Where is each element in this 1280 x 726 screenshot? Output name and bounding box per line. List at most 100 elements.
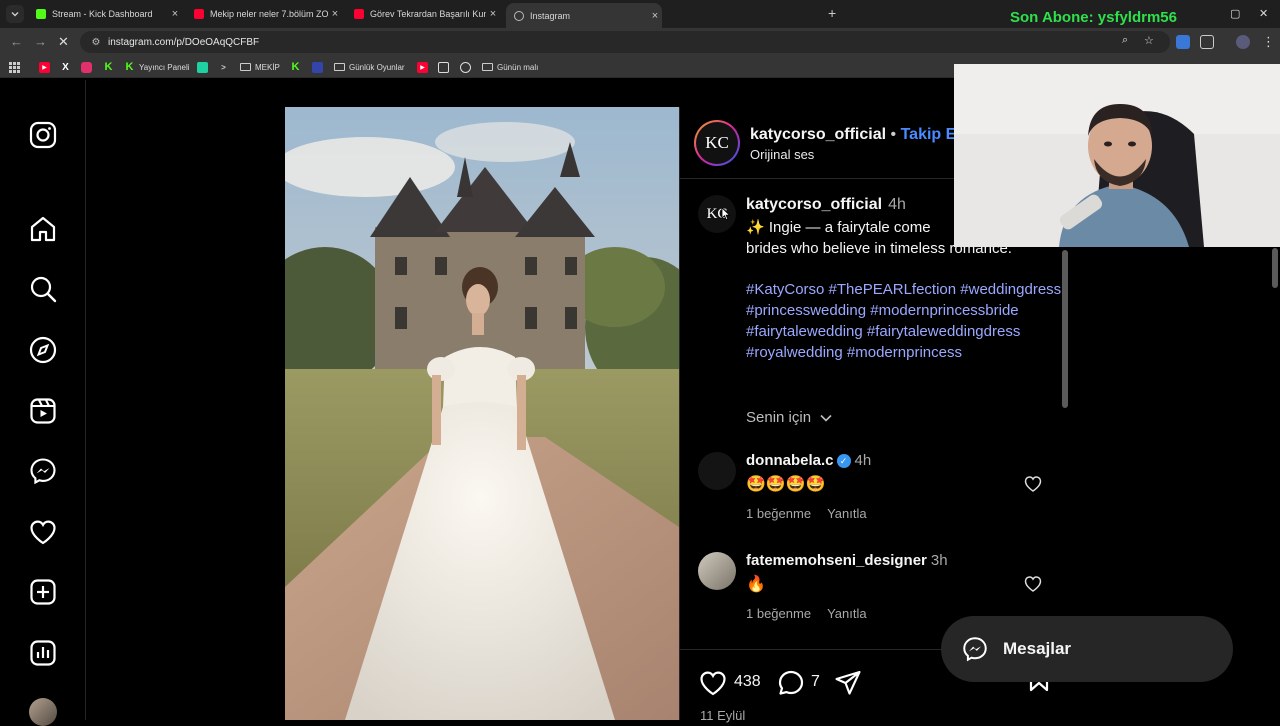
hashtags[interactable]: #KatyCorso #ThePEARLfection #weddingdres… <box>746 279 1066 363</box>
comment-likes[interactable]: 1 beğenme <box>746 606 811 621</box>
comment-likes[interactable]: 1 beğenme <box>746 506 811 521</box>
bookmark-instagram[interactable] <box>81 60 96 74</box>
comment-like-icon[interactable] <box>1023 574 1043 594</box>
extension-icon[interactable] <box>1176 35 1190 49</box>
dashboard-icon[interactable] <box>28 638 58 668</box>
tab-title: Stream - Kick Dashboard <box>52 9 153 19</box>
tab-title: Mekip neler neler 7.bölüm ZOR <box>210 9 328 19</box>
close-window-icon[interactable]: ✕ <box>1259 7 1268 20</box>
back-icon[interactable]: ← <box>10 34 23 49</box>
commenter-avatar[interactable] <box>698 552 736 590</box>
bookmark-star-icon[interactable]: ☆ <box>1144 34 1154 47</box>
create-icon[interactable] <box>28 577 58 607</box>
subscriber-overlay-text: Son Abone: ysfyldrm56 <box>1010 9 1177 26</box>
messenger-icon <box>963 637 987 662</box>
youtube-icon <box>194 9 204 19</box>
bookmark-folder-gunluk-oyunlar[interactable]: Günlük Oyunlar <box>334 60 405 74</box>
bookmark-label: MEKİP <box>255 62 280 72</box>
extensions-puzzle-icon[interactable] <box>1200 35 1214 49</box>
bookmark-kick-2[interactable]: K <box>290 60 305 74</box>
kick-icon: K <box>125 61 134 73</box>
close-icon[interactable]: × <box>168 8 182 20</box>
share-icon[interactable] <box>833 668 863 698</box>
webcam-overlay <box>954 64 1280 247</box>
comment-icon[interactable] <box>776 668 806 698</box>
for-you-dropdown[interactable]: Senin için <box>746 409 833 426</box>
comments-scrollbar[interactable] <box>1062 250 1068 408</box>
bookmark-x[interactable]: X <box>60 60 75 74</box>
site-info-icon[interactable]: ⚙ <box>86 37 106 48</box>
follow-button[interactable]: Takip Et <box>901 126 962 143</box>
bookmark-youtube[interactable]: ▶ <box>39 60 54 74</box>
folder-icon <box>334 63 345 71</box>
profile-avatar[interactable] <box>29 698 57 726</box>
caption-username[interactable]: katycorso_official <box>746 196 882 213</box>
author-username[interactable]: katycorso_official <box>750 126 886 143</box>
comment-meta: 1 beğenme Yanıtla <box>746 506 883 521</box>
page-scrollbar[interactable] <box>1272 248 1278 288</box>
close-icon[interactable]: × <box>486 8 500 20</box>
home-icon[interactable] <box>28 214 58 244</box>
messenger-icon[interactable] <box>28 456 58 486</box>
like-heart-icon[interactable] <box>698 668 728 698</box>
avatar-logo-text: KC <box>705 133 729 152</box>
reply-button[interactable]: Yanıtla <box>827 506 867 521</box>
bookmark-arrow[interactable]: > <box>218 60 233 74</box>
arrow-icon: > <box>221 62 226 72</box>
messages-button[interactable]: Mesajlar <box>941 616 1233 682</box>
tab-youtube-2[interactable]: Görev Tekrardan Başarılı Kumta × <box>346 3 500 25</box>
restore-icon[interactable]: ▢ <box>1230 7 1240 20</box>
bookmark-app[interactable] <box>197 60 212 74</box>
comment-meta: 1 beğenme Yanıtla <box>746 606 883 621</box>
commenter-avatar[interactable] <box>698 452 736 490</box>
youtube-icon <box>354 9 364 19</box>
bookmark-folder-gunun-mali[interactable]: Günün malı <box>482 60 538 74</box>
kick-icon: K <box>104 61 113 73</box>
explore-icon[interactable] <box>28 335 58 365</box>
reels-icon[interactable] <box>28 396 58 426</box>
search-icon[interactable] <box>28 274 58 304</box>
bookmark-folder-mekip[interactable]: MEKİP <box>240 60 280 74</box>
kebab-menu-icon[interactable]: ⋮ <box>1262 34 1275 50</box>
close-icon[interactable]: × <box>648 10 662 22</box>
author-line: katycorso_official • Takip Et <box>750 126 962 144</box>
stop-loading-icon[interactable]: ✕ <box>58 34 69 50</box>
bookmark-youtube-2[interactable]: ▶ <box>417 60 432 74</box>
url-text: instagram.com/p/DOeOAqQCFBF <box>108 36 260 48</box>
bookmark-globe[interactable] <box>460 60 475 74</box>
comment-username[interactable]: fatememohseni_designer <box>746 552 927 569</box>
tab-kick-dashboard[interactable]: Stream - Kick Dashboard × <box>28 3 182 25</box>
apps-grid-icon[interactable] <box>9 60 20 74</box>
bookmark-yayinci-paneli[interactable]: K Yayıncı Paneli <box>124 60 190 74</box>
caption-author: katycorso_official 4h <box>746 196 906 214</box>
forward-icon[interactable]: → <box>34 34 47 49</box>
verified-badge-icon: ✓ <box>836 454 851 468</box>
bookmark-label: Günlük Oyunlar <box>349 62 405 72</box>
instagram-logo-icon[interactable] <box>28 120 58 150</box>
comments-count[interactable]: 7 <box>811 673 820 691</box>
address-bar[interactable]: ⚙ instagram.com/p/DOeOAqQCFBF ⌕ ☆ <box>80 31 1170 53</box>
tab-instagram[interactable]: Instagram × <box>506 3 662 28</box>
zoom-icon[interactable]: ⌕ <box>1122 34 1128 47</box>
tab-search-button[interactable] <box>6 5 24 23</box>
bookmark-photo[interactable] <box>438 60 453 74</box>
browser-toolbar: ← → ✕ ⚙ instagram.com/p/DOeOAqQCFBF ⌕ ☆ … <box>0 28 1280 56</box>
folder-icon <box>482 63 493 71</box>
reply-button[interactable]: Yanıtla <box>827 606 867 621</box>
bookmark-app-2[interactable] <box>312 60 327 74</box>
globe-icon <box>514 10 524 21</box>
bookmark-kick[interactable]: K <box>103 60 118 74</box>
tab-youtube-1[interactable]: Mekip neler neler 7.bölüm ZOR × <box>186 3 342 25</box>
comment-username[interactable]: donnabela.c <box>746 452 834 469</box>
close-icon[interactable]: × <box>328 8 342 20</box>
profile-avatar[interactable] <box>1236 35 1250 49</box>
comment-author: fatememohseni_designer 3h <box>746 552 948 569</box>
youtube-icon: ▶ <box>417 61 428 73</box>
post-image[interactable] <box>285 107 679 720</box>
author-avatar[interactable]: KC <box>694 120 740 166</box>
new-tab-button[interactable]: + <box>828 5 836 21</box>
notifications-heart-icon[interactable] <box>28 517 58 547</box>
audio-label[interactable]: Orijinal ses <box>750 147 814 162</box>
likes-count[interactable]: 438 <box>734 673 761 691</box>
comment-like-icon[interactable] <box>1023 474 1043 494</box>
